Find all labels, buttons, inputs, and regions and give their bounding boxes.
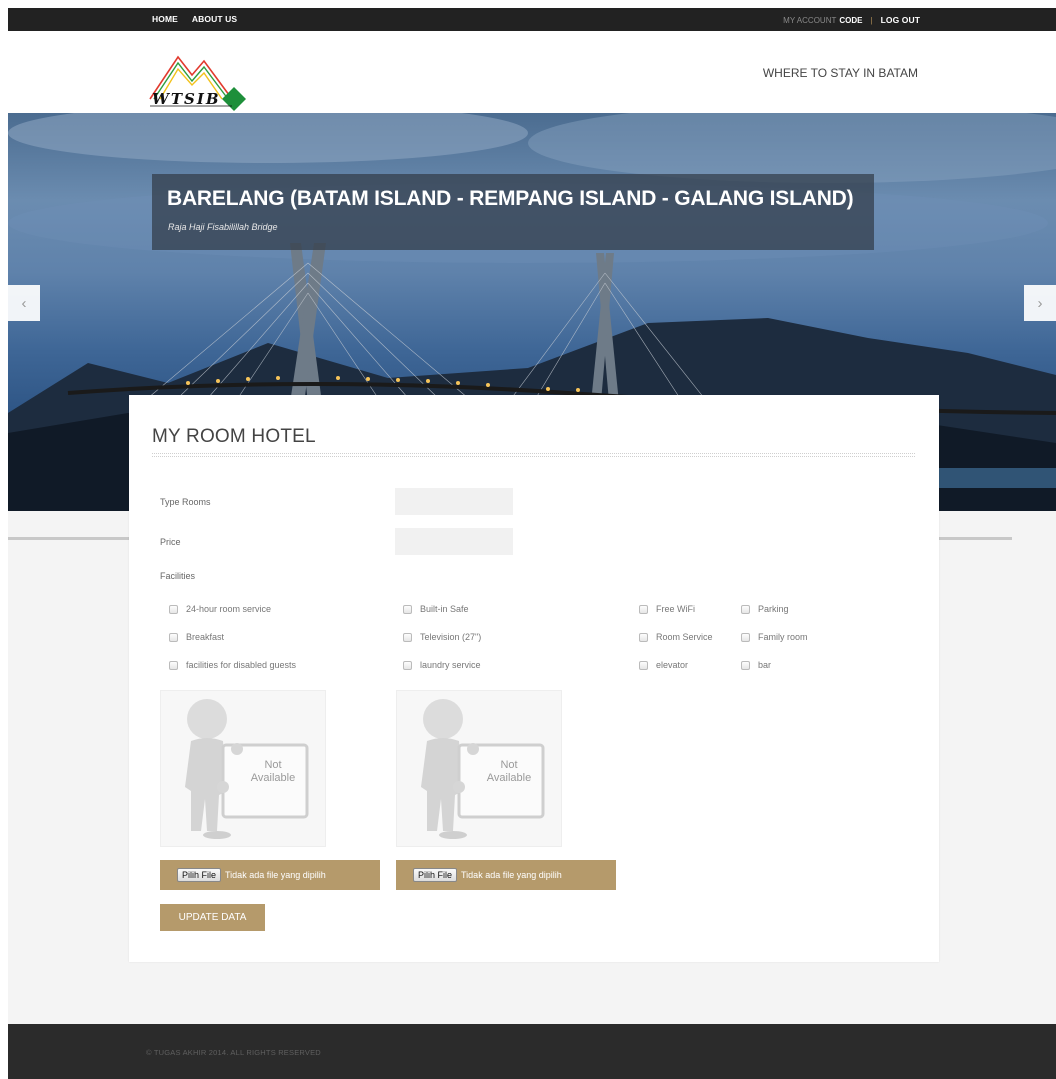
checkbox[interactable] (741, 604, 750, 614)
checkbox[interactable] (741, 632, 750, 642)
nav-about-link[interactable]: ABOUT US (192, 14, 237, 24)
site-header: WTSIB WHERE TO STAY IN BATAM (8, 31, 1056, 113)
slide-caption: BARELANG (BATAM ISLAND - REMPANG ISLAND … (152, 174, 874, 250)
not-available-text: Not Available (237, 759, 309, 785)
facility-24h-room-service[interactable]: 24-hour room service (169, 604, 271, 614)
facility-room-service[interactable]: Room Service (639, 632, 713, 642)
facility-label: Free WiFi (656, 604, 695, 614)
price-input[interactable] (395, 528, 513, 555)
checkbox[interactable] (169, 632, 178, 642)
placeholder-line-2: Available (250, 772, 296, 784)
facility-breakfast[interactable]: Breakfast (169, 632, 224, 642)
checkbox[interactable] (169, 604, 178, 614)
room-image-preview-1: Not Available (160, 690, 326, 847)
facility-laundry-service[interactable]: laundry service (403, 660, 481, 670)
facility-label: Television (27") (420, 632, 482, 642)
facility-bar[interactable]: bar (741, 660, 771, 670)
facility-label: elevator (656, 660, 689, 670)
facility-label: Family room (758, 632, 808, 642)
logo-text: WTSIB (152, 90, 221, 108)
section-divider-left (8, 537, 130, 540)
checkbox[interactable] (639, 632, 648, 642)
choose-file-button-1[interactable]: Pilih File (177, 868, 222, 882)
checkbox[interactable] (741, 660, 750, 670)
page-title: MY ROOM HOTEL (152, 426, 316, 447)
slide-title: BARELANG (BATAM ISLAND - REMPANG ISLAND … (167, 187, 854, 210)
facility-label: Breakfast (186, 632, 225, 642)
top-nav-bar: HOME ABOUT US MY ACCOUNT CODE | LOG OUT (8, 8, 1056, 31)
type-rooms-label: Type Rooms (160, 497, 211, 507)
facilities-label: Facilities (160, 571, 196, 581)
placeholder-line-1: Not (500, 759, 518, 771)
checkbox[interactable] (169, 660, 178, 670)
chevron-right-icon: › (1037, 294, 1043, 312)
slider-prev-button[interactable]: ‹ (8, 285, 40, 321)
facility-free-wifi[interactable]: Free WiFi (639, 604, 695, 614)
checkbox[interactable] (639, 660, 648, 670)
slide-subtitle: Raja Haji Fisabilillah Bridge (168, 222, 278, 232)
site-logo[interactable]: WTSIB (146, 51, 258, 113)
slider-next-button[interactable]: › (1024, 285, 1056, 321)
chevron-left-icon: ‹ (21, 294, 27, 312)
room-form-card: MY ROOM HOTEL Type Rooms Price Facilitie… (129, 395, 939, 962)
facility-label: Room Service (656, 632, 713, 642)
facility-label: Parking (758, 604, 789, 614)
logout-link[interactable]: LOG OUT (881, 15, 920, 25)
account-nav: MY ACCOUNT CODE | LOG OUT (783, 15, 920, 25)
type-rooms-input[interactable] (395, 488, 513, 515)
placeholder-line-2: Available (486, 772, 532, 784)
file-upload-2: Pilih File Tidak ada file yang dipilih (396, 860, 616, 890)
facility-label: bar (758, 660, 772, 670)
file-upload-1: Pilih File Tidak ada file yang dipilih (160, 860, 380, 890)
checkbox[interactable] (403, 604, 412, 614)
copyright-text: © TUGAS AKHIR 2014. ALL RIGHTS RESERVED (146, 1048, 321, 1057)
facility-label: Built-in Safe (420, 604, 469, 614)
main-nav: HOME ABOUT US (152, 14, 237, 24)
title-divider (152, 453, 915, 457)
facility-label: 24-hour room service (186, 604, 272, 614)
facility-disabled-guests[interactable]: facilities for disabled guests (169, 660, 296, 670)
checkbox[interactable] (403, 660, 412, 670)
facility-family-room[interactable]: Family room (741, 632, 808, 642)
checkbox[interactable] (403, 632, 412, 642)
facility-built-in-safe[interactable]: Built-in Safe (403, 604, 469, 614)
room-image-preview-2: Not Available (396, 690, 562, 847)
nav-home-link[interactable]: HOME (152, 14, 178, 24)
choose-file-button-2[interactable]: Pilih File (413, 868, 458, 882)
update-data-button[interactable]: UPDATE DATA (160, 904, 265, 931)
file-status-1: Tidak ada file yang dipilih (225, 870, 326, 880)
my-account-label[interactable]: MY ACCOUNT (783, 16, 836, 25)
nav-separator: | (870, 15, 873, 25)
placeholder-line-1: Not (264, 759, 282, 771)
checkbox[interactable] (639, 604, 648, 614)
facility-television[interactable]: Television (27") (403, 632, 481, 642)
section-divider-right (939, 537, 1012, 540)
site-tagline: WHERE TO STAY IN BATAM (762, 66, 918, 80)
site-footer: © TUGAS AKHIR 2014. ALL RIGHTS RESERVED (8, 1024, 1056, 1079)
file-status-2: Tidak ada file yang dipilih (461, 870, 562, 880)
account-username[interactable]: CODE (839, 16, 862, 25)
facility-label: facilities for disabled guests (186, 660, 297, 670)
facility-parking[interactable]: Parking (741, 604, 789, 614)
facility-elevator[interactable]: elevator (639, 660, 688, 670)
price-label: Price (160, 537, 181, 547)
page: HOME ABOUT US MY ACCOUNT CODE | LOG OUT … (0, 0, 1056, 1079)
facility-label: laundry service (420, 660, 481, 670)
not-available-text: Not Available (473, 759, 545, 785)
